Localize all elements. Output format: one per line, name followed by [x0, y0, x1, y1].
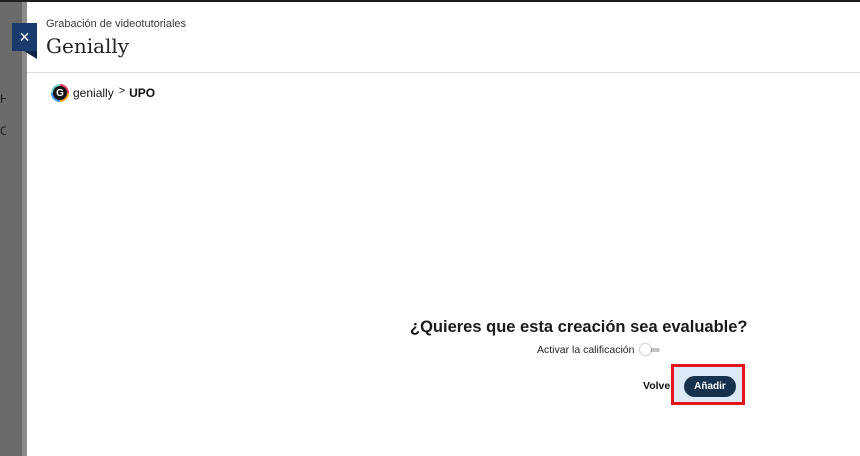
- header-divider: [27, 72, 860, 73]
- grading-toggle-row: Activar la calificación: [537, 344, 661, 356]
- grading-toggle-label: Activar la calificación: [537, 344, 635, 356]
- close-icon: ×: [19, 27, 30, 47]
- backdrop-text-fragment: H: [0, 92, 6, 106]
- close-button-tab-shadow: [24, 51, 37, 59]
- chevron-right-icon: >: [118, 85, 126, 97]
- grading-toggle[interactable]: [640, 344, 661, 356]
- modal-title: Genially: [46, 34, 130, 58]
- genially-logo-letter: G: [53, 86, 67, 100]
- breadcrumb-brand[interactable]: genially: [73, 86, 114, 100]
- evaluation-question: ¿Quieres que esta creación sea evaluable…: [410, 318, 748, 336]
- back-button[interactable]: Volver: [643, 380, 674, 392]
- add-button[interactable]: Añadir: [684, 376, 736, 397]
- breadcrumb-current: UPO: [129, 86, 156, 100]
- page-backdrop: H C: [0, 2, 27, 456]
- close-button[interactable]: ×: [12, 23, 37, 51]
- modal-panel: × Grabación de videotutoriales Genially …: [12, 2, 860, 456]
- modal-subtitle: Grabación de videotutoriales: [46, 18, 187, 30]
- genially-logo-icon: G: [51, 84, 69, 102]
- breadcrumb: G genially > UPO: [51, 84, 155, 102]
- toggle-knob: [640, 344, 652, 355]
- backdrop-text-fragment: C: [0, 124, 6, 138]
